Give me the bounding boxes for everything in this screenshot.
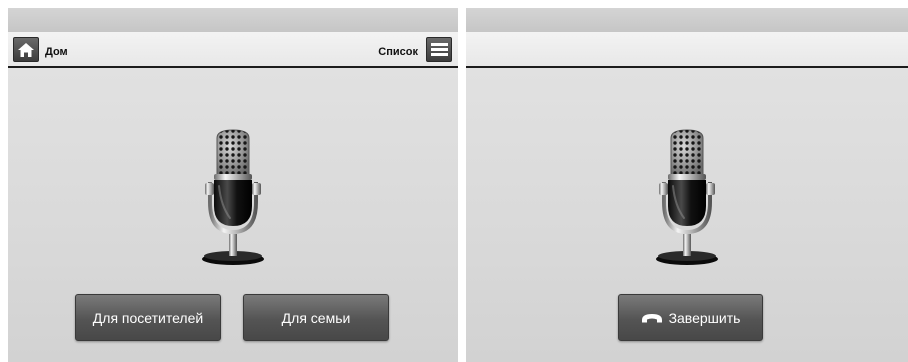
screen-intercom-idle: Дом Список Для посетителей Для семьи <box>8 8 458 362</box>
for-visitors-button[interactable]: Для посетителей <box>75 294 221 341</box>
home-label[interactable]: Дом <box>45 46 68 58</box>
screen-intercom-call: Завершить <box>466 8 908 362</box>
for-family-button[interactable]: Для семьи <box>243 294 389 341</box>
menu-icon-bar <box>430 48 448 51</box>
list-button[interactable] <box>426 37 452 62</box>
home-icon <box>18 42 34 57</box>
for-family-label: Для семьи <box>281 309 351 326</box>
end-call-label: Завершить <box>668 309 741 326</box>
home-button[interactable] <box>13 37 39 62</box>
toolbar: Дом Список <box>8 32 458 68</box>
menu-icon-bar <box>430 53 448 56</box>
status-bar <box>466 8 908 32</box>
menu-icon-bar <box>430 43 448 46</box>
list-label[interactable]: Список <box>378 46 418 58</box>
status-bar <box>8 8 458 32</box>
microphone-icon <box>654 128 720 267</box>
toolbar <box>466 32 908 68</box>
microphone-icon <box>200 128 266 267</box>
end-call-button[interactable]: Завершить <box>618 294 763 341</box>
for-visitors-label: Для посетителей <box>92 309 204 326</box>
phone-hangup-icon <box>641 313 662 322</box>
